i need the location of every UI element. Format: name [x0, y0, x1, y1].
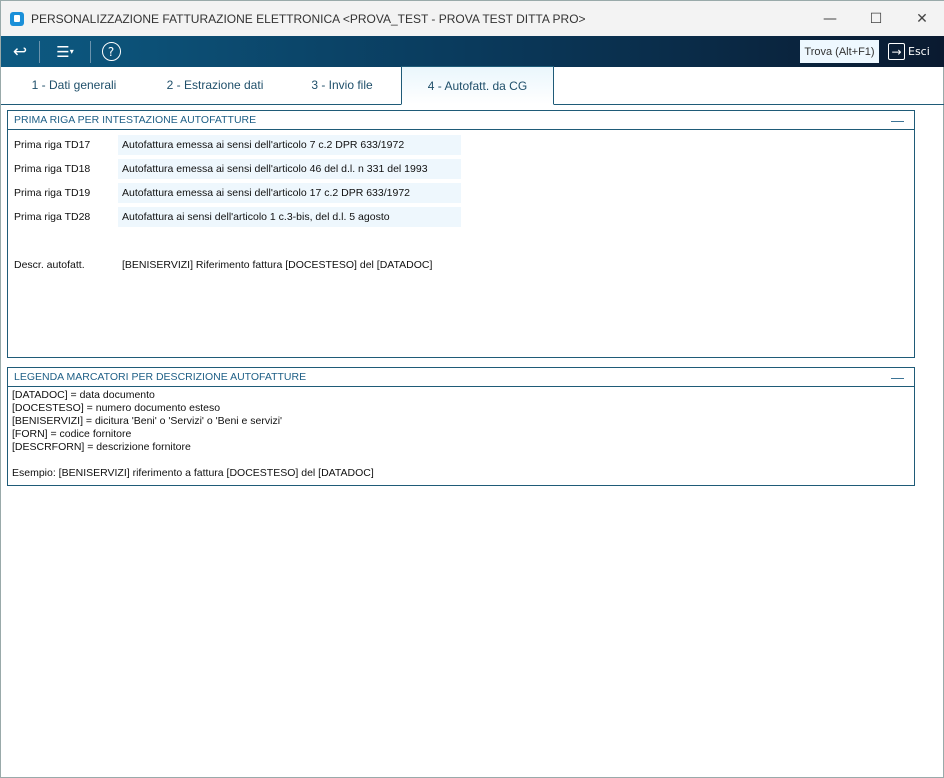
back-icon[interactable]: ↩	[1, 36, 39, 67]
legend-text: [DATADOC] = data documento [DOCESTESO] =…	[8, 387, 914, 482]
legend-line: [FORN] = codice fornitore	[12, 428, 132, 440]
tab-invio-file[interactable]: 3 - Invio file	[283, 66, 401, 104]
menu-icon[interactable]: ☰ ▾	[40, 36, 90, 67]
legend-line: [DATADOC] = data documento	[12, 389, 155, 401]
legend-line: [DESCRFORN] = descrizione fornitore	[12, 441, 191, 453]
descr-label: Descr. autofatt.	[14, 259, 85, 271]
panel-title: LEGENDA MARCATORI PER DESCRIZIONE AUTOFA…	[14, 371, 307, 383]
legenda-panel: LEGENDA MARCATORI PER DESCRIZIONE AUTOFA…	[7, 367, 915, 486]
legend-example: Esempio: [BENISERVIZI] riferimento a fat…	[12, 467, 374, 479]
td19-input[interactable]: Autofattura emessa ai sensi dell'articol…	[118, 183, 461, 203]
window-title: PERSONALIZZAZIONE FATTURAZIONE ELETTRONI…	[31, 11, 586, 26]
close-button[interactable]: ✕	[899, 1, 944, 36]
form-row: Prima riga TD17 Autofattura emessa ai sen…	[14, 135, 461, 155]
td18-input[interactable]: Autofattura emessa ai sensi dell'articol…	[118, 159, 461, 179]
form-row: Descr. autofatt. [BENISERVIZI] Riferiment…	[14, 255, 618, 275]
td17-label: Prima riga TD17	[14, 139, 91, 151]
title-bar: PERSONALIZZAZIONE FATTURAZIONE ELETTRONI…	[1, 1, 944, 36]
legend-line: [BENISERVIZI] = dicitura 'Beni' o 'Servi…	[12, 415, 283, 427]
panel-title: PRIMA RIGA PER INTESTAZIONE AUTOFATTURE	[14, 114, 257, 126]
form-row: Prima riga TD18 Autofattura emessa ai sen…	[14, 159, 461, 179]
tab-dati-generali[interactable]: 1 - Dati generali	[1, 66, 147, 104]
form-row: Prima riga TD19 Autofattura emessa ai sen…	[14, 183, 461, 203]
td17-input[interactable]: Autofattura emessa ai sensi dell'articol…	[118, 135, 461, 155]
exit-label: Esci	[908, 45, 930, 58]
tab-estrazione-dati[interactable]: 2 - Estrazione dati	[147, 66, 283, 104]
prima-riga-panel: PRIMA RIGA PER INTESTAZIONE AUTOFATTURE —…	[7, 110, 915, 358]
collapse-icon[interactable]: —	[891, 370, 904, 385]
find-button[interactable]: Trova (Alt+F1)	[800, 40, 879, 63]
descr-input[interactable]: [BENISERVIZI] Riferimento fattura [DOCES…	[118, 255, 618, 275]
td18-label: Prima riga TD18	[14, 163, 91, 175]
collapse-icon[interactable]: —	[891, 113, 904, 128]
exit-icon: →	[888, 43, 905, 60]
td28-input[interactable]: Autofattura ai sensi dell'articolo 1 c.3…	[118, 207, 461, 227]
td28-label: Prima riga TD28	[14, 211, 91, 223]
minimize-button[interactable]: —	[807, 1, 853, 36]
tab-bar: 1 - Dati generali 2 - Estrazione dati 3 …	[1, 66, 944, 105]
tab-autofatt-cg[interactable]: 4 - Autofatt. da CG	[401, 66, 554, 105]
maximize-button[interactable]: ☐	[853, 1, 899, 36]
app-icon	[10, 11, 24, 26]
td19-label: Prima riga TD19	[14, 187, 91, 199]
legend-line: [DOCESTESO] = numero documento esteso	[12, 402, 221, 414]
exit-button[interactable]: → Esci	[888, 40, 930, 63]
form-row: Prima riga TD28 Autofattura ai sensi dell…	[14, 207, 461, 227]
help-icon[interactable]: ?	[91, 36, 131, 67]
